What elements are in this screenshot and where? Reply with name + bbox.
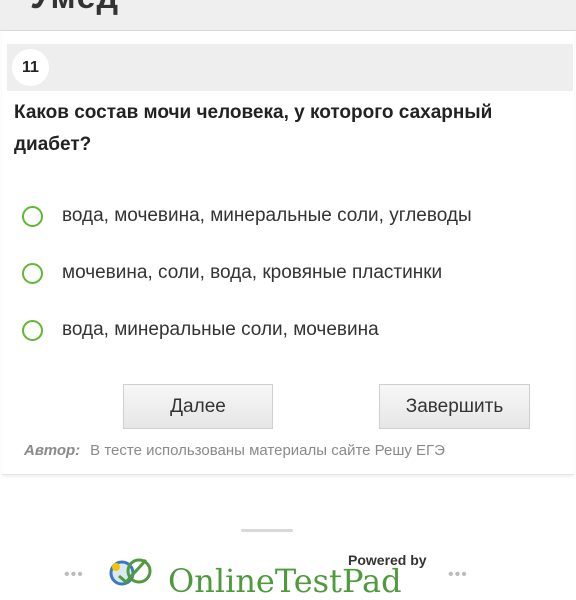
question-number-badge: 11 xyxy=(12,49,49,86)
right-dots: ••• xyxy=(448,566,468,583)
brand-name[interactable]: OnlineTestPad xyxy=(168,562,402,600)
answer-option-1[interactable]: вода, мочевина, минеральные соли, углево… xyxy=(22,201,562,231)
author-label: Автор: xyxy=(24,442,81,459)
author-text: В тесте использованы материалы сайте Реш… xyxy=(90,442,445,459)
answer-option-3[interactable]: вода, минеральные соли, мочевина xyxy=(22,315,562,345)
next-button[interactable]: Далее xyxy=(123,384,273,429)
left-dots: ••• xyxy=(64,566,84,583)
question-number-strip: 11 xyxy=(7,44,573,91)
answer-option-label: вода, минеральные соли, мочевина xyxy=(62,319,379,340)
question-text: Каков состав мочи человека, у которого с… xyxy=(14,102,493,155)
online-test-pad-logo-icon[interactable] xyxy=(106,556,156,586)
question-card: 11 Каков состав мочи человека, у которог… xyxy=(2,31,574,475)
answer-option-label: вода, мочевина, минеральные соли, углево… xyxy=(62,205,472,226)
radio-button-icon[interactable] xyxy=(22,319,43,341)
answer-option-2[interactable]: мочевина, соли, вода, кровяные пластинки xyxy=(22,258,562,288)
divider xyxy=(241,529,293,532)
author-line: Автор: В тесте использованы материалы сай… xyxy=(24,442,445,459)
top-bar: Умед xyxy=(0,0,576,31)
page-title: Умед xyxy=(30,0,119,17)
finish-button[interactable]: Завершить xyxy=(379,384,530,429)
radio-button-icon[interactable] xyxy=(22,262,43,284)
answer-option-label: мочевина, соли, вода, кровяные пластинки xyxy=(62,262,443,283)
radio-button-icon[interactable] xyxy=(22,205,43,227)
